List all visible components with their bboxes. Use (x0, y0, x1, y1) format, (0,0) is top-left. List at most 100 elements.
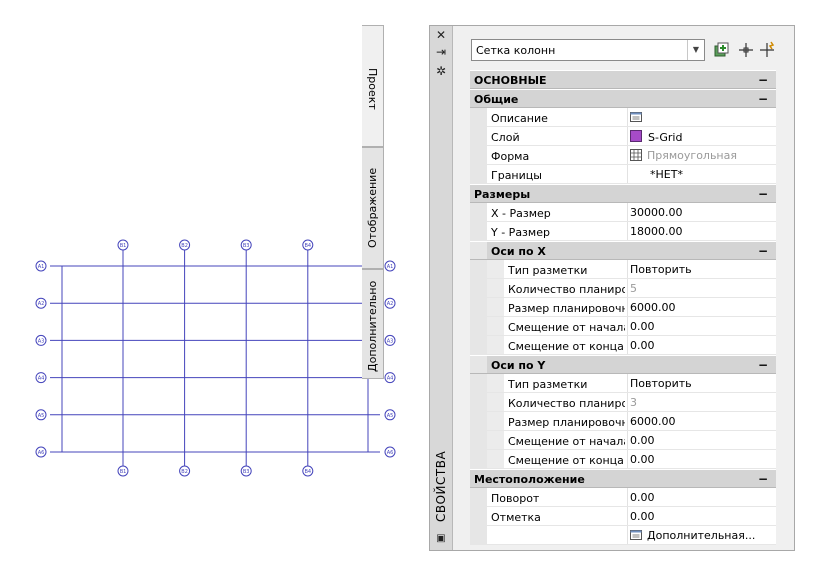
property-row[interactable]: X - Размер 30000.00 (470, 203, 776, 222)
axis-bubble-right-label: A3 (387, 338, 394, 344)
row-gutter (487, 279, 504, 297)
property-value[interactable]: 0.00 (630, 434, 655, 447)
category-21[interactable]: Местоположение − (470, 469, 776, 488)
object-type-select[interactable]: Сетка колонн ▼ (471, 39, 705, 61)
collapse-toggle-icon[interactable]: − (758, 472, 768, 486)
property-row[interactable]: Границы *НЕТ* (470, 165, 776, 184)
column-divider (627, 450, 628, 468)
category-0[interactable]: ОСНОВНЫЕ − (470, 70, 776, 89)
property-row[interactable]: Тип разметки Повторить (470, 260, 776, 279)
property-row[interactable]: Слой S-Grid (470, 127, 776, 146)
property-value[interactable]: 3 (630, 396, 637, 409)
category-6[interactable]: Размеры − (470, 184, 776, 203)
property-value[interactable]: S-Grid (630, 130, 682, 144)
category-label: Оси по Y (491, 359, 546, 372)
category-label: Оси по X (491, 245, 546, 258)
property-value[interactable]: 0.00 (630, 453, 655, 466)
category-label: Местоположение (474, 473, 585, 486)
property-row[interactable]: Смещение от конца 0.00 (470, 336, 776, 355)
property-value[interactable]: Повторить (630, 263, 692, 276)
property-value[interactable] (630, 111, 647, 124)
property-row[interactable]: Отметка 0.00 (470, 507, 776, 526)
property-row[interactable]: Количество планиро... 5 (470, 279, 776, 298)
property-value[interactable]: Дополнительная... (630, 529, 755, 542)
property-value[interactable]: 5 (630, 282, 637, 295)
property-value[interactable]: 0.00 (630, 491, 655, 504)
property-row[interactable]: Форма Прямоугольная (470, 146, 776, 165)
property-value-text: 0.00 (630, 453, 655, 466)
row-gutter (470, 298, 487, 316)
column-divider (627, 108, 628, 126)
property-row[interactable]: Дополнительная... (470, 526, 776, 545)
tab-extended[interactable]: Дополнительно (362, 269, 384, 379)
property-value[interactable]: *НЕТ* (650, 168, 683, 181)
row-gutter (470, 431, 487, 449)
row-gutter (487, 393, 504, 411)
palette-tabs: Проект Отображение Дополнительно (362, 25, 386, 551)
row-gutter (470, 203, 487, 221)
category-1[interactable]: Общие − (470, 89, 776, 108)
chevron-down-icon[interactable]: ▼ (687, 40, 704, 60)
settings-icon[interactable]: ✲ (434, 64, 448, 78)
property-row[interactable]: Y - Размер 18000.00 (470, 222, 776, 241)
property-row[interactable]: Описание (470, 108, 776, 127)
property-row[interactable]: Размер планировочн... 6000.00 (470, 298, 776, 317)
collapse-toggle-icon[interactable]: − (758, 73, 768, 87)
property-row[interactable]: Смещение от начала 0.00 (470, 431, 776, 450)
property-value[interactable]: Прямоугольная (630, 149, 737, 162)
row-gutter (470, 488, 487, 506)
property-row[interactable]: Поворот 0.00 (470, 488, 776, 507)
axis-bubble-right-label: A2 (387, 301, 394, 307)
property-row[interactable]: Размер планировочн... 6000.00 (470, 412, 776, 431)
column-divider (627, 146, 628, 164)
quick-select-icon[interactable] (759, 41, 777, 59)
collapse-toggle-icon[interactable]: − (758, 92, 768, 106)
palette-content: Сетка колонн ▼ ОСНОВНЫЕ − Общие − Описание Сл… (453, 26, 794, 550)
property-value-text: 5 (630, 282, 637, 295)
property-row[interactable]: Смещение от конца 0.00 (470, 450, 776, 469)
column-divider (627, 431, 628, 449)
tab-design[interactable]: Проект (362, 25, 384, 147)
property-label: X - Размер (491, 207, 551, 220)
axis-bubble-right-label: A4 (387, 376, 394, 382)
property-value[interactable]: 30000.00 (630, 206, 683, 219)
properties-palette[interactable]: ✕ ⇥ ✲ СВОЙСТВА ▣ Сетка колонн ▼ ОСНОВНЫЕ… (429, 25, 795, 551)
property-value[interactable]: 6000.00 (630, 301, 676, 314)
axis-bubble-bottom-label: B4 (304, 469, 311, 475)
property-value[interactable]: 0.00 (630, 320, 655, 333)
property-row[interactable]: Тип разметки Повторить (470, 374, 776, 393)
axis-bubble-right-label: A1 (387, 264, 394, 270)
category-15[interactable]: Оси по Y − (470, 355, 776, 374)
grid-shape-icon (630, 149, 642, 161)
add-new-object-icon[interactable] (713, 41, 731, 59)
row-gutter (470, 222, 487, 240)
row-gutter (470, 127, 487, 145)
collapse-toggle-icon[interactable]: − (758, 187, 768, 201)
property-value-text: Повторить (630, 263, 692, 276)
property-row[interactable]: Количество планиро... 3 (470, 393, 776, 412)
property-value[interactable]: 0.00 (630, 339, 655, 352)
property-value[interactable]: 6000.00 (630, 415, 676, 428)
column-divider (627, 317, 628, 335)
property-label: Количество планиро... (508, 397, 625, 410)
axis-bubble-top-label: B4 (304, 243, 311, 249)
property-value[interactable]: Повторить (630, 377, 692, 390)
collapse-toggle-icon[interactable]: − (758, 358, 768, 372)
tab-display[interactable]: Отображение (362, 147, 384, 269)
property-value-text: 6000.00 (630, 415, 676, 428)
row-gutter (487, 260, 504, 278)
category-label: Размеры (474, 188, 531, 201)
property-row[interactable]: Смещение от начала 0.00 (470, 317, 776, 336)
grid-boundary[interactable] (61, 265, 369, 453)
row-gutter (487, 317, 504, 335)
property-value[interactable]: 18000.00 (630, 225, 683, 238)
property-value[interactable]: 0.00 (630, 510, 655, 523)
palette-menu-icon[interactable]: ▣ (434, 532, 448, 546)
auto-hide-icon[interactable]: ⇥ (434, 45, 448, 59)
palette-title-bar[interactable]: ✕ ⇥ ✲ СВОЙСТВА ▣ (430, 26, 453, 550)
collapse-toggle-icon[interactable]: − (758, 244, 768, 258)
select-objects-icon[interactable] (737, 41, 755, 59)
property-label: Размер планировочн... (508, 302, 625, 315)
category-9[interactable]: Оси по X − (470, 241, 776, 260)
close-icon[interactable]: ✕ (434, 28, 448, 42)
